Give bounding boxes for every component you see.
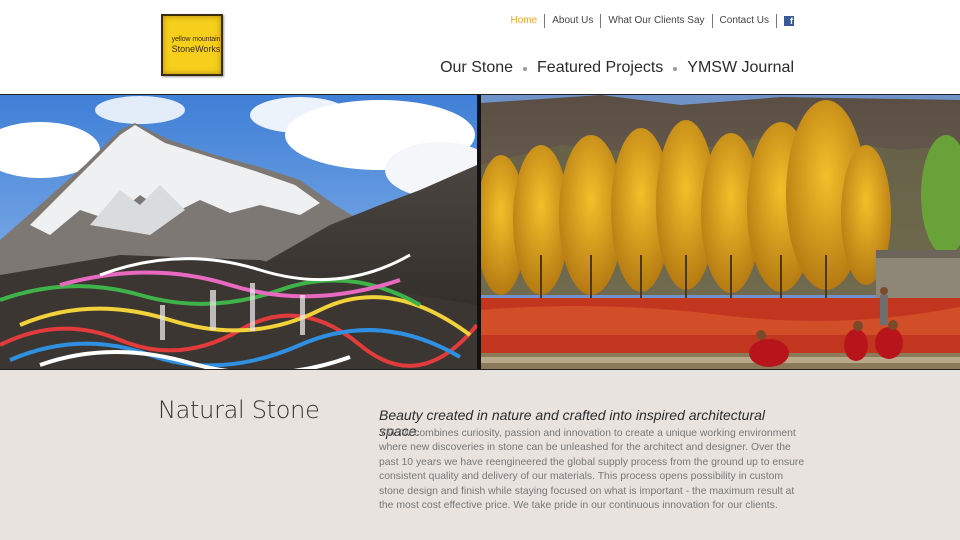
intro-paragraph: YMSW combines curiosity, passion and inn… <box>379 428 805 512</box>
facebook-link[interactable]: f <box>776 14 794 28</box>
site-logo[interactable]: yellow mountain StoneWorks <box>161 14 223 76</box>
main-nav-ymsw-journal[interactable]: YMSW Journal <box>687 59 794 77</box>
main-nav-featured-projects[interactable]: Featured Projects <box>537 59 663 77</box>
logo-text-line2: StoneWorks <box>171 44 221 54</box>
logo-text-line1: yellow mountain <box>171 36 221 43</box>
top-nav-clients-link[interactable]: What Our Clients Say <box>600 14 711 28</box>
nav-separator-dot <box>523 67 528 71</box>
top-nav-home-link[interactable]: Home <box>504 14 545 28</box>
top-nav-contact-link[interactable]: Contact Us <box>711 14 776 28</box>
main-nav-our-stone[interactable]: Our Stone <box>440 59 513 77</box>
main-nav: Our Stone Featured Projects YMSW Journal <box>440 59 794 77</box>
hero-banner <box>0 94 960 370</box>
facebook-icon: f <box>784 16 794 26</box>
nav-separator-dot <box>673 67 678 71</box>
intro-section: Natural Stone Beauty created in nature a… <box>0 370 960 540</box>
top-nav: Home About Us What Our Clients Say Conta… <box>504 14 794 28</box>
hero-image-mountain <box>0 95 477 369</box>
section-title: Natural Stone <box>158 396 320 424</box>
top-nav-about-link[interactable]: About Us <box>544 14 600 28</box>
site-header: yellow mountain StoneWorks Home About Us… <box>0 0 960 94</box>
hero-image-autumn-trees <box>481 95 960 369</box>
